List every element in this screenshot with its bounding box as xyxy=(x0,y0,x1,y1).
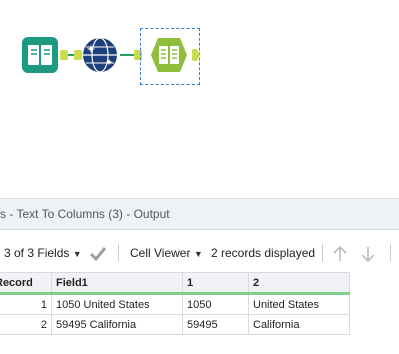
table-cell[interactable]: 59495 California xyxy=(51,314,183,335)
regex-tool[interactable] xyxy=(82,37,118,73)
toolbar-divider xyxy=(322,244,323,262)
record-cell[interactable]: 1 xyxy=(0,293,52,315)
column-header[interactable]: 1 xyxy=(182,272,249,295)
arrow-down-icon xyxy=(361,246,375,262)
column-header[interactable]: 2 xyxy=(248,272,350,295)
table-row[interactable]: 2 59495 California 59495 California xyxy=(0,314,350,335)
globe-sparkle-icon xyxy=(83,37,117,73)
records-status: 2 records displayed xyxy=(211,236,315,270)
record-cell[interactable]: 2 xyxy=(0,314,52,335)
arrow-up-icon xyxy=(333,245,347,261)
table-cell[interactable]: 1050 United States xyxy=(51,293,183,315)
fields-selector-label: 3 of 3 Fields xyxy=(4,246,70,260)
column-header[interactable]: Record xyxy=(0,272,52,295)
toolbar-divider xyxy=(390,244,391,262)
results-toolbar: 3 of 3 Fields ▼ Cell Viewer ▼ 2 records … xyxy=(0,236,399,270)
toolbar-divider xyxy=(118,244,119,262)
apply-button[interactable] xyxy=(89,236,107,270)
table-cell[interactable]: California xyxy=(248,314,350,335)
workflow-canvas[interactable] xyxy=(0,0,399,198)
table-row[interactable]: 1 1050 United States 1050 United States xyxy=(0,293,350,315)
results-grid: Record Field1 1 2 1 1050 United States 1… xyxy=(0,272,350,335)
chevron-down-icon: ▼ xyxy=(72,249,82,259)
chevron-down-icon: ▼ xyxy=(193,249,203,259)
scroll-down-button[interactable] xyxy=(360,236,376,270)
checkmark-icon xyxy=(89,246,107,262)
cell-viewer-label: Cell Viewer xyxy=(130,246,191,260)
text-to-columns-tool[interactable] xyxy=(150,37,188,73)
cell-viewer-selector[interactable]: Cell Viewer ▼ xyxy=(130,236,203,270)
output-anchor[interactable] xyxy=(60,50,68,60)
connection-line xyxy=(120,54,134,56)
table-cell[interactable]: 1050 xyxy=(182,293,249,315)
text-to-columns-icon xyxy=(151,38,187,72)
column-header[interactable]: Field1 xyxy=(51,272,183,295)
grid-header-row: Record Field1 1 2 xyxy=(0,272,350,295)
records-status-text: 2 records displayed xyxy=(211,246,316,260)
results-panel-title: s - Text To Columns (3) - Output xyxy=(0,207,170,221)
fields-selector[interactable]: 3 of 3 Fields ▼ xyxy=(4,236,82,270)
input-data-tool[interactable] xyxy=(22,37,58,73)
book-icon xyxy=(22,37,58,73)
table-cell[interactable]: United States xyxy=(248,293,350,315)
results-panel-header: s - Text To Columns (3) - Output xyxy=(0,198,399,230)
table-cell[interactable]: 59495 xyxy=(182,314,249,335)
scroll-up-button[interactable] xyxy=(332,236,348,270)
input-anchor[interactable] xyxy=(74,50,82,60)
